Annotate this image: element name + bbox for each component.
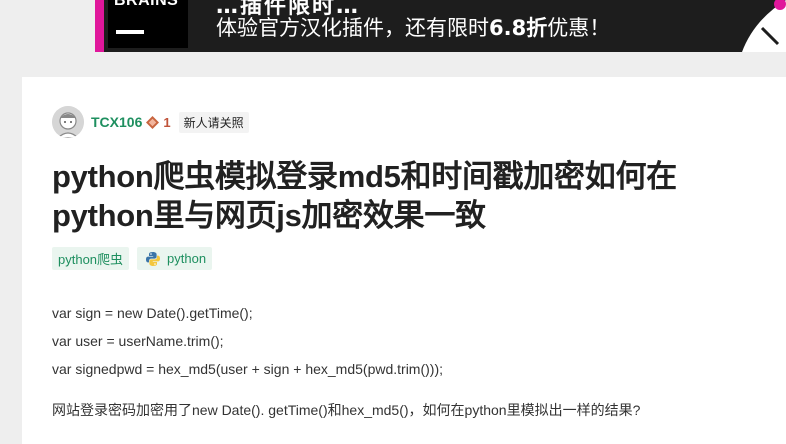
ad-text: 体验官方汉化插件，还有限时6.8折优惠！ bbox=[216, 12, 610, 42]
author-name[interactable]: TCX106 bbox=[91, 114, 142, 130]
page: BRAINS …插件限时… 体验官方汉化插件，还有限时6.8折优惠！ TCX10… bbox=[0, 0, 786, 444]
ad-text-before: 体验官方汉化插件，还有限时 bbox=[216, 16, 489, 40]
diamond-icon bbox=[146, 115, 160, 129]
ad-logo-bar bbox=[116, 30, 144, 34]
ad-banner[interactable]: BRAINS …插件限时… 体验官方汉化插件，还有限时6.8折优惠！ bbox=[95, 0, 786, 52]
ad-text-after: 优惠！ bbox=[547, 16, 611, 40]
author-row: TCX106 1 新人请关照 bbox=[52, 106, 249, 138]
tag-label: python bbox=[167, 251, 207, 266]
question-title: python爬虫模拟登录md5和时间戳加密如何在python里与网页js加密效果… bbox=[52, 159, 677, 233]
code-line: var user = userName.trim(); bbox=[52, 333, 224, 349]
user-avatar-icon bbox=[52, 106, 84, 138]
jetbrains-logo: BRAINS bbox=[108, 0, 188, 48]
ad-text-bold: 6.8折 bbox=[489, 16, 548, 40]
code-line: var signedpwd = hex_md5(user + sign + he… bbox=[52, 361, 444, 377]
question-body: 网站登录密码加密用了new Date(). getTime()和hex_md5(… bbox=[52, 402, 641, 418]
avatar[interactable] bbox=[52, 106, 84, 138]
code-block: var sign = new Date().getTime(); var use… bbox=[52, 299, 443, 383]
code-line: var sign = new Date().getTime(); bbox=[52, 305, 253, 321]
ad-corner-graphic bbox=[742, 0, 786, 52]
ad-logo-text: BRAINS bbox=[114, 0, 179, 9]
question-card: TCX106 1 新人请关照 python爬虫模拟登录md5和时间戳加密如何在p… bbox=[22, 77, 786, 444]
tag-python[interactable]: python bbox=[137, 247, 213, 270]
newbie-badge: 新人请关照 bbox=[178, 111, 249, 133]
tag-python-crawler[interactable]: python爬虫 bbox=[52, 247, 130, 270]
python-icon bbox=[146, 251, 161, 266]
tag-label: python爬虫 bbox=[58, 252, 124, 267]
reputation-count: 1 bbox=[163, 114, 171, 130]
tag-list: python爬虫 python bbox=[52, 247, 213, 270]
